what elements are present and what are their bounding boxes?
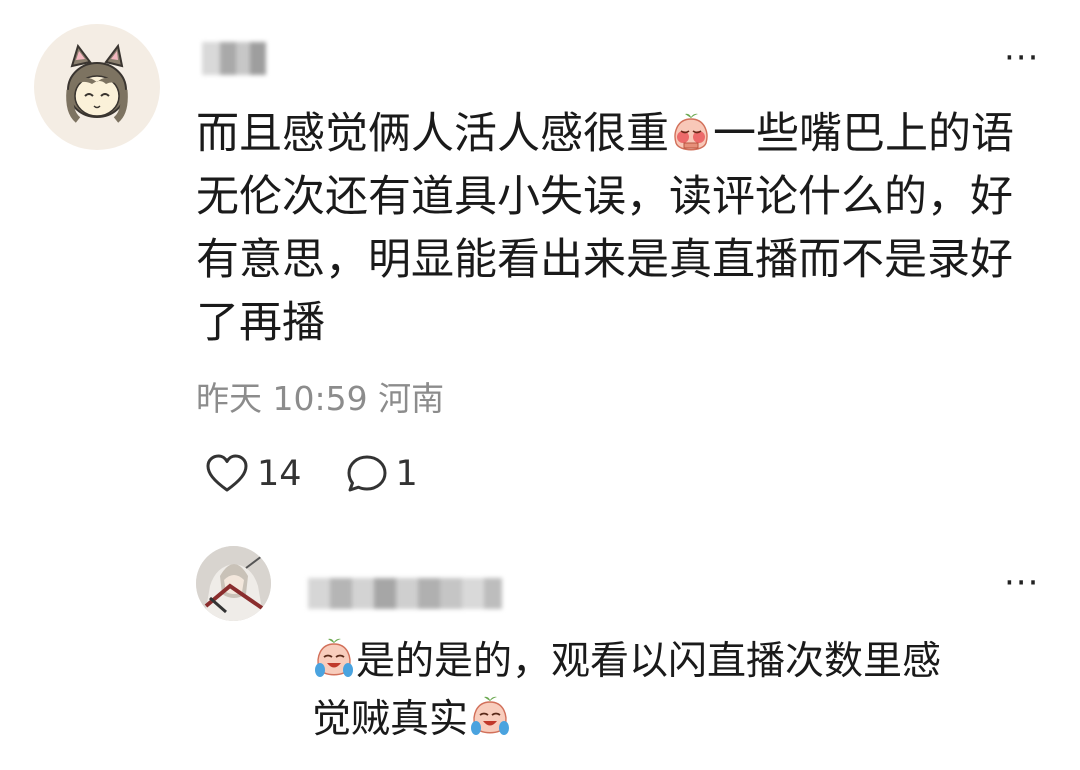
username-blurred[interactable] bbox=[202, 42, 266, 75]
cartoon-avatar-icon bbox=[66, 43, 128, 123]
crying-laughing-peach-emoji-icon bbox=[468, 695, 512, 739]
character-avatar-icon bbox=[196, 546, 271, 621]
embarrassed-peach-emoji-icon bbox=[669, 111, 713, 155]
like-count: 14 bbox=[257, 454, 302, 494]
like-button[interactable]: 14 bbox=[205, 454, 302, 494]
reply-count: 1 bbox=[395, 454, 418, 494]
comment-text-part1: 而且感觉俩人活人感很重 bbox=[196, 109, 669, 159]
comment-text: 而且感觉俩人活人感很重 一些嘴巴上的语 无伦次还有道具小失误，读评论什么的，好 … bbox=[196, 103, 1046, 355]
reply-more-options-button[interactable]: ··· bbox=[1004, 566, 1039, 600]
more-icon: ··· bbox=[1004, 38, 1040, 78]
reply-button[interactable]: 1 bbox=[346, 454, 418, 494]
reply-text-body: 是的是的，观看以闪直播次数里感 觉贼真实 bbox=[312, 639, 942, 742]
comment-bubble-icon bbox=[347, 455, 387, 492]
comment-meta: 昨天 10:59 河南 bbox=[196, 373, 444, 425]
comment-time: 昨天 10:59 bbox=[196, 379, 368, 418]
comment-location: 河南 bbox=[378, 379, 445, 418]
heart-icon bbox=[206, 454, 248, 492]
more-options-button[interactable]: ··· bbox=[1004, 41, 1039, 75]
reply-user-avatar[interactable] bbox=[196, 546, 271, 621]
user-avatar[interactable] bbox=[34, 24, 160, 150]
crying-laughing-peach-emoji-icon bbox=[312, 637, 356, 681]
more-icon: ··· bbox=[1004, 563, 1040, 603]
reply-text: 是的是的，观看以闪直播次数里感 觉贼真实 bbox=[312, 633, 1047, 749]
reply-username-blurred[interactable] bbox=[308, 578, 502, 609]
comment-actions: 14 1 bbox=[205, 447, 418, 501]
